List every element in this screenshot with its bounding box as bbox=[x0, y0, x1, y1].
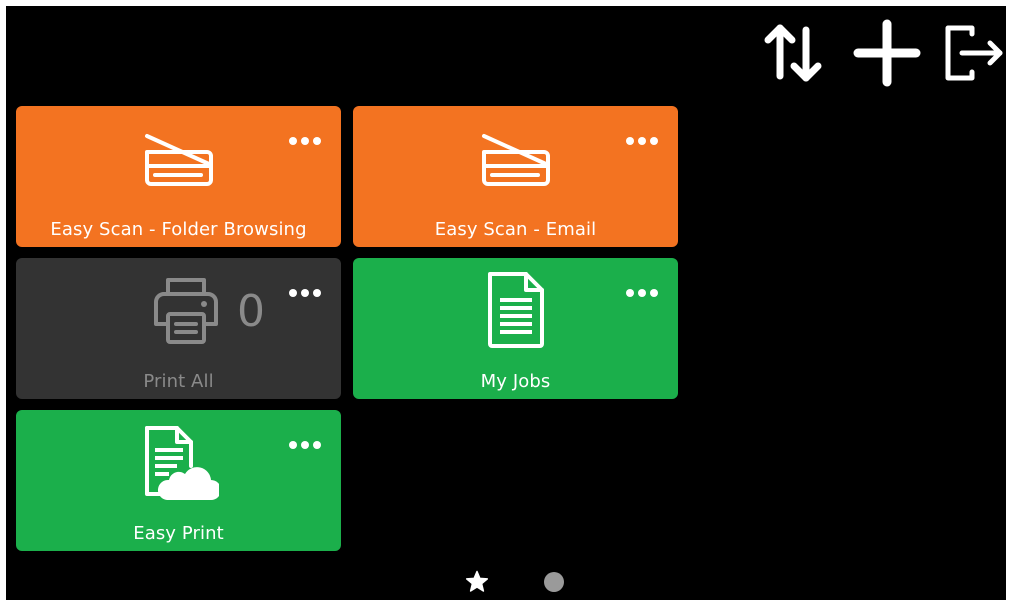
pager-page-2[interactable] bbox=[542, 570, 566, 594]
tile-my-jobs[interactable]: My Jobs bbox=[353, 258, 678, 399]
more-options-button[interactable] bbox=[622, 282, 662, 304]
scanner-icon bbox=[481, 134, 550, 186]
favorites-star-icon bbox=[465, 570, 489, 592]
more-dots-icon bbox=[289, 289, 321, 297]
more-dots-icon bbox=[289, 441, 321, 449]
tile-label: Print All bbox=[143, 371, 214, 392]
printer-icon bbox=[154, 278, 218, 344]
tile-label: Easy Scan - Folder Browsing bbox=[50, 219, 307, 240]
pager-favorites[interactable] bbox=[465, 570, 489, 594]
more-options-button[interactable] bbox=[622, 130, 662, 152]
more-dots-icon bbox=[626, 137, 658, 145]
logout-icon bbox=[945, 25, 1003, 81]
tile-print-all[interactable]: 0 Print All bbox=[16, 258, 341, 399]
logout-button[interactable] bbox=[938, 18, 1006, 88]
tile-easy-scan-folder-browsing[interactable]: Easy Scan - Folder Browsing bbox=[16, 106, 341, 247]
tile-easy-print[interactable]: Easy Print bbox=[16, 410, 341, 551]
more-dots-icon bbox=[626, 289, 658, 297]
more-options-button[interactable] bbox=[285, 130, 325, 152]
tile-label: Easy Print bbox=[133, 523, 224, 544]
scanner-icon bbox=[144, 134, 213, 186]
job-count: 0 bbox=[237, 286, 265, 337]
page-indicator bbox=[6, 570, 1006, 594]
add-button[interactable] bbox=[852, 18, 922, 88]
tile-label: My Jobs bbox=[480, 371, 551, 392]
cloud-document-icon bbox=[144, 426, 219, 500]
sort-icon bbox=[764, 24, 822, 82]
page-dot-icon bbox=[544, 572, 564, 592]
more-dots-icon bbox=[289, 137, 321, 145]
more-options-button[interactable] bbox=[285, 434, 325, 456]
add-icon bbox=[853, 19, 921, 87]
tile-easy-scan-email[interactable]: Easy Scan - Email bbox=[353, 106, 678, 247]
document-icon bbox=[487, 272, 544, 348]
sort-button[interactable] bbox=[758, 18, 828, 88]
more-options-button[interactable] bbox=[285, 282, 325, 304]
tile-label: Easy Scan - Email bbox=[434, 219, 597, 240]
home-screen: Easy Scan - Folder Browsing Easy Scan - … bbox=[6, 6, 1006, 600]
